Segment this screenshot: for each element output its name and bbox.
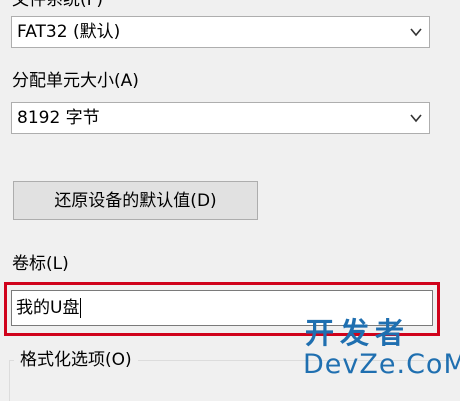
chevron-down-icon [410, 114, 422, 123]
volume-label-label: 卷标(L) [12, 254, 69, 274]
chevron-down-icon [410, 28, 422, 37]
filesystem-label: 文件系统(F) [12, 0, 104, 10]
allocation-unit-select-value: 8192 字节 [17, 108, 100, 128]
volume-label-input[interactable]: 我的U盘 [11, 290, 433, 326]
text-caret [80, 298, 82, 318]
filesystem-select[interactable]: FAT32 (默认) [11, 16, 430, 48]
format-options-label: 格式化选项(O) [14, 349, 138, 371]
filesystem-select-value: FAT32 (默认) [17, 22, 121, 42]
restore-defaults-button[interactable]: 还原设备的默认值(D) [13, 181, 258, 220]
volume-label-value: 我的U盘 [16, 298, 80, 318]
allocation-unit-label: 分配单元大小(A) [12, 71, 139, 91]
allocation-unit-select[interactable]: 8192 字节 [11, 102, 430, 134]
